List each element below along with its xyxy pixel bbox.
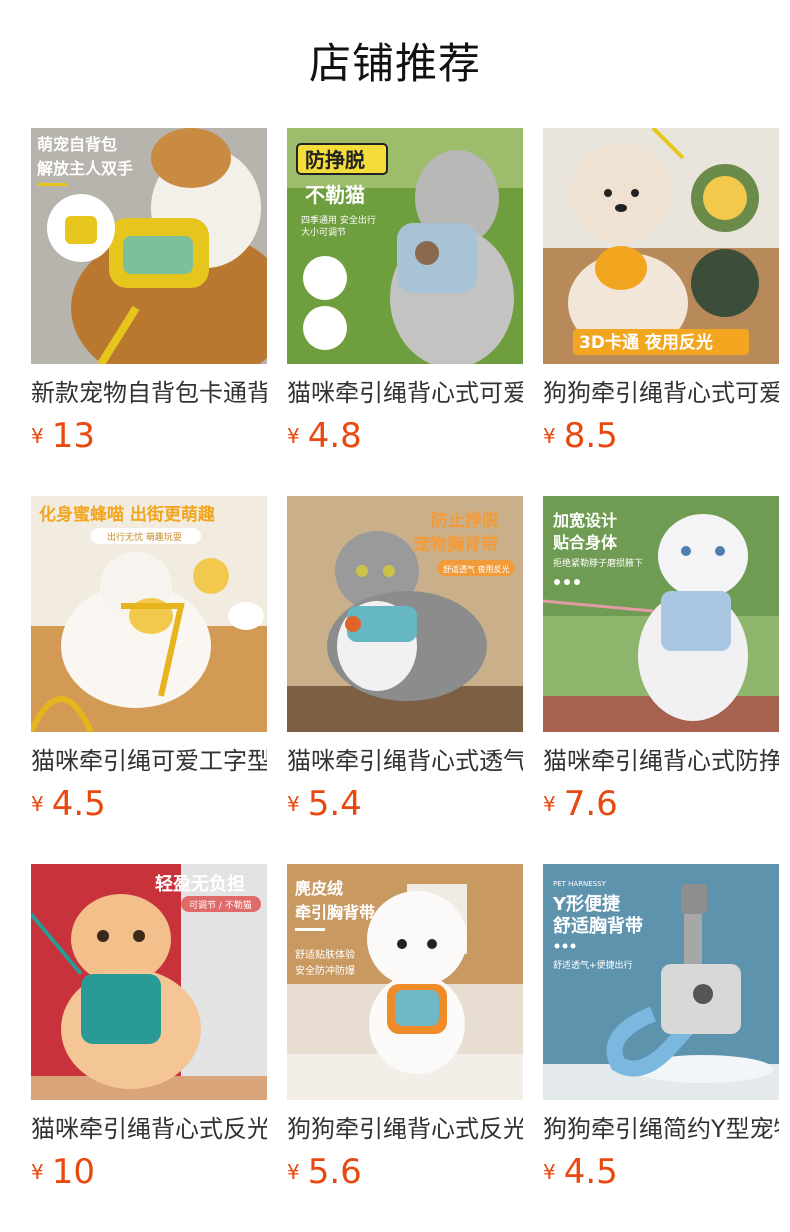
product-card[interactable]: 防挣脱 不勒猫 四季通用 安全出行 大小可调节 猫咪牵引绳背心式可爱防挣脱 ¥4… — [287, 128, 523, 468]
price-amount: 5.6 — [307, 1152, 362, 1192]
product-image[interactable]: 麂皮绒 牵引胸背带 舒适贴肤体验 安全防冲防爆 — [287, 864, 523, 1100]
product-image[interactable]: PET HARNESSY Y形便捷 舒适胸背带 舒适透气+便捷出行 — [543, 864, 779, 1100]
image-tag-text: 可调节 / 不勒猫 — [189, 899, 252, 911]
product-card[interactable]: 加宽设计 贴合身体 拒绝紧勒脖子磨损腋下 猫咪牵引绳背心式防挣脱加宽 ¥7.6 — [543, 496, 779, 836]
product-name[interactable]: 狗狗牵引绳背心式可爱卡通 — [543, 376, 779, 410]
image-tag-text: 宠物胸背带 — [413, 534, 498, 555]
image-tag-text: 轻盈无负担 — [155, 873, 245, 895]
image-tag-text: 舒适透气+便捷出行 — [553, 959, 633, 971]
product-price: ¥10 — [31, 1150, 95, 1194]
image-tag-text: 贴合身体 — [553, 533, 618, 552]
product-card[interactable]: 轻盈无负担 可调节 / 不勒猫 猫咪牵引绳背心式反光轻盈 ¥10 — [31, 864, 267, 1204]
product-card[interactable]: 萌宠自背包 解放主人双手 新款宠物自背包卡通背心式牵引绳 ¥13 — [31, 128, 267, 468]
product-price: ¥4.8 — [287, 414, 362, 458]
currency-symbol: ¥ — [287, 1160, 300, 1184]
currency-symbol: ¥ — [31, 792, 44, 816]
image-tag-text: 舒适胸背带 — [553, 915, 643, 937]
currency-symbol: ¥ — [287, 792, 300, 816]
image-tag-text: 出行无忧 萌趣玩耍 — [107, 531, 182, 543]
product-image[interactable]: 萌宠自背包 解放主人双手 — [31, 128, 267, 364]
product-name[interactable]: 狗狗牵引绳背心式反光麂皮绒 — [287, 1112, 523, 1146]
product-name[interactable]: 狗狗牵引绳简约Y型宠物胸背带 — [543, 1112, 779, 1146]
product-image[interactable]: 防挣脱 不勒猫 四季通用 安全出行 大小可调节 — [287, 128, 523, 364]
product-price: ¥13 — [31, 414, 95, 458]
product-price: ¥4.5 — [31, 782, 106, 826]
currency-symbol: ¥ — [31, 424, 44, 448]
product-card[interactable]: 化身蜜蜂喵 出街更萌趣 出行无忧 萌趣玩耍 猫咪牵引绳可爱工字型蜜蜂 ¥4.5 — [31, 496, 267, 836]
image-tag-text: 防止挣脱 — [431, 510, 499, 531]
product-price: ¥5.4 — [287, 782, 362, 826]
price-amount: 5.4 — [307, 784, 362, 824]
product-name[interactable]: 猫咪牵引绳背心式可爱防挣脱 — [287, 376, 523, 410]
currency-symbol: ¥ — [543, 1160, 556, 1184]
image-tag-text: 牵引胸背带 — [295, 903, 375, 922]
image-tag-text: 舒适透气 夜用反光 — [443, 564, 510, 574]
image-tag-text: 不勒猫 — [305, 183, 365, 207]
currency-symbol: ¥ — [31, 1160, 44, 1184]
product-card[interactable]: PET HARNESSY Y形便捷 舒适胸背带 舒适透气+便捷出行 狗狗牵引绳简… — [543, 864, 779, 1204]
product-image[interactable]: 化身蜜蜂喵 出街更萌趣 出行无忧 萌趣玩耍 — [31, 496, 267, 732]
image-tag-text: 加宽设计 — [552, 511, 617, 530]
price-amount: 7.6 — [563, 784, 618, 824]
image-tag-text: 解放主人双手 — [37, 159, 133, 178]
image-tag-text: Y形便捷 — [552, 893, 621, 915]
currency-symbol: ¥ — [287, 424, 300, 448]
currency-symbol: ¥ — [543, 792, 556, 816]
image-tag-text: 化身蜜蜂喵 出街更萌趣 — [39, 504, 216, 525]
image-tag-text: PET HARNESSY — [553, 880, 607, 888]
product-image[interactable]: 加宽设计 贴合身体 拒绝紧勒脖子磨损腋下 — [543, 496, 779, 732]
product-name[interactable]: 猫咪牵引绳背心式透气胸背带 — [287, 744, 523, 778]
image-tag-text: 舒适贴肤体验 — [295, 948, 355, 961]
image-tag-text: 拒绝紧勒脖子磨损腋下 — [553, 557, 643, 569]
price-amount: 13 — [51, 416, 95, 456]
price-amount: 4.5 — [563, 1152, 618, 1192]
product-card[interactable]: 麂皮绒 牵引胸背带 舒适贴肤体验 安全防冲防爆 狗狗牵引绳背心式反光麂皮绒 ¥5… — [287, 864, 523, 1204]
image-tag-text: 3D卡通 夜用反光 — [579, 332, 713, 353]
price-amount: 4.5 — [51, 784, 106, 824]
image-tag-text: 四季通用 安全出行 — [301, 214, 376, 226]
product-name[interactable]: 猫咪牵引绳背心式反光轻盈 — [31, 1112, 267, 1146]
currency-symbol: ¥ — [543, 424, 556, 448]
product-name[interactable]: 猫咪牵引绳可爱工字型蜜蜂 — [31, 744, 267, 778]
product-card[interactable]: 3D卡通 夜用反光 狗狗牵引绳背心式可爱卡通 ¥8.5 — [543, 128, 779, 468]
product-price: ¥5.6 — [287, 1150, 362, 1194]
product-name[interactable]: 新款宠物自背包卡通背心式牵引绳 — [31, 376, 267, 410]
image-tag-text: 防挣脱 — [305, 148, 365, 172]
image-tag-text: 麂皮绒 — [295, 879, 343, 898]
product-price: ¥8.5 — [543, 414, 618, 458]
product-price: ¥4.5 — [543, 1150, 618, 1194]
page-title: 店铺推荐 — [308, 39, 481, 88]
product-image[interactable]: 轻盈无负担 可调节 / 不勒猫 — [31, 864, 267, 1100]
price-amount: 10 — [51, 1152, 95, 1192]
image-tag-text: 安全防冲防爆 — [295, 964, 355, 977]
product-price: ¥7.6 — [543, 782, 618, 826]
image-tag-text: 大小可调节 — [301, 226, 346, 238]
product-card[interactable]: 防止挣脱 宠物胸背带 舒适透气 夜用反光 猫咪牵引绳背心式透气胸背带 ¥5.4 — [287, 496, 523, 836]
price-amount: 4.8 — [307, 416, 362, 456]
price-amount: 8.5 — [563, 416, 618, 456]
product-image[interactable]: 防止挣脱 宠物胸背带 舒适透气 夜用反光 — [287, 496, 523, 732]
product-image[interactable]: 3D卡通 夜用反光 — [543, 128, 779, 364]
image-tag-text: 萌宠自背包 — [37, 135, 117, 154]
product-name[interactable]: 猫咪牵引绳背心式防挣脱加宽 — [543, 744, 779, 778]
